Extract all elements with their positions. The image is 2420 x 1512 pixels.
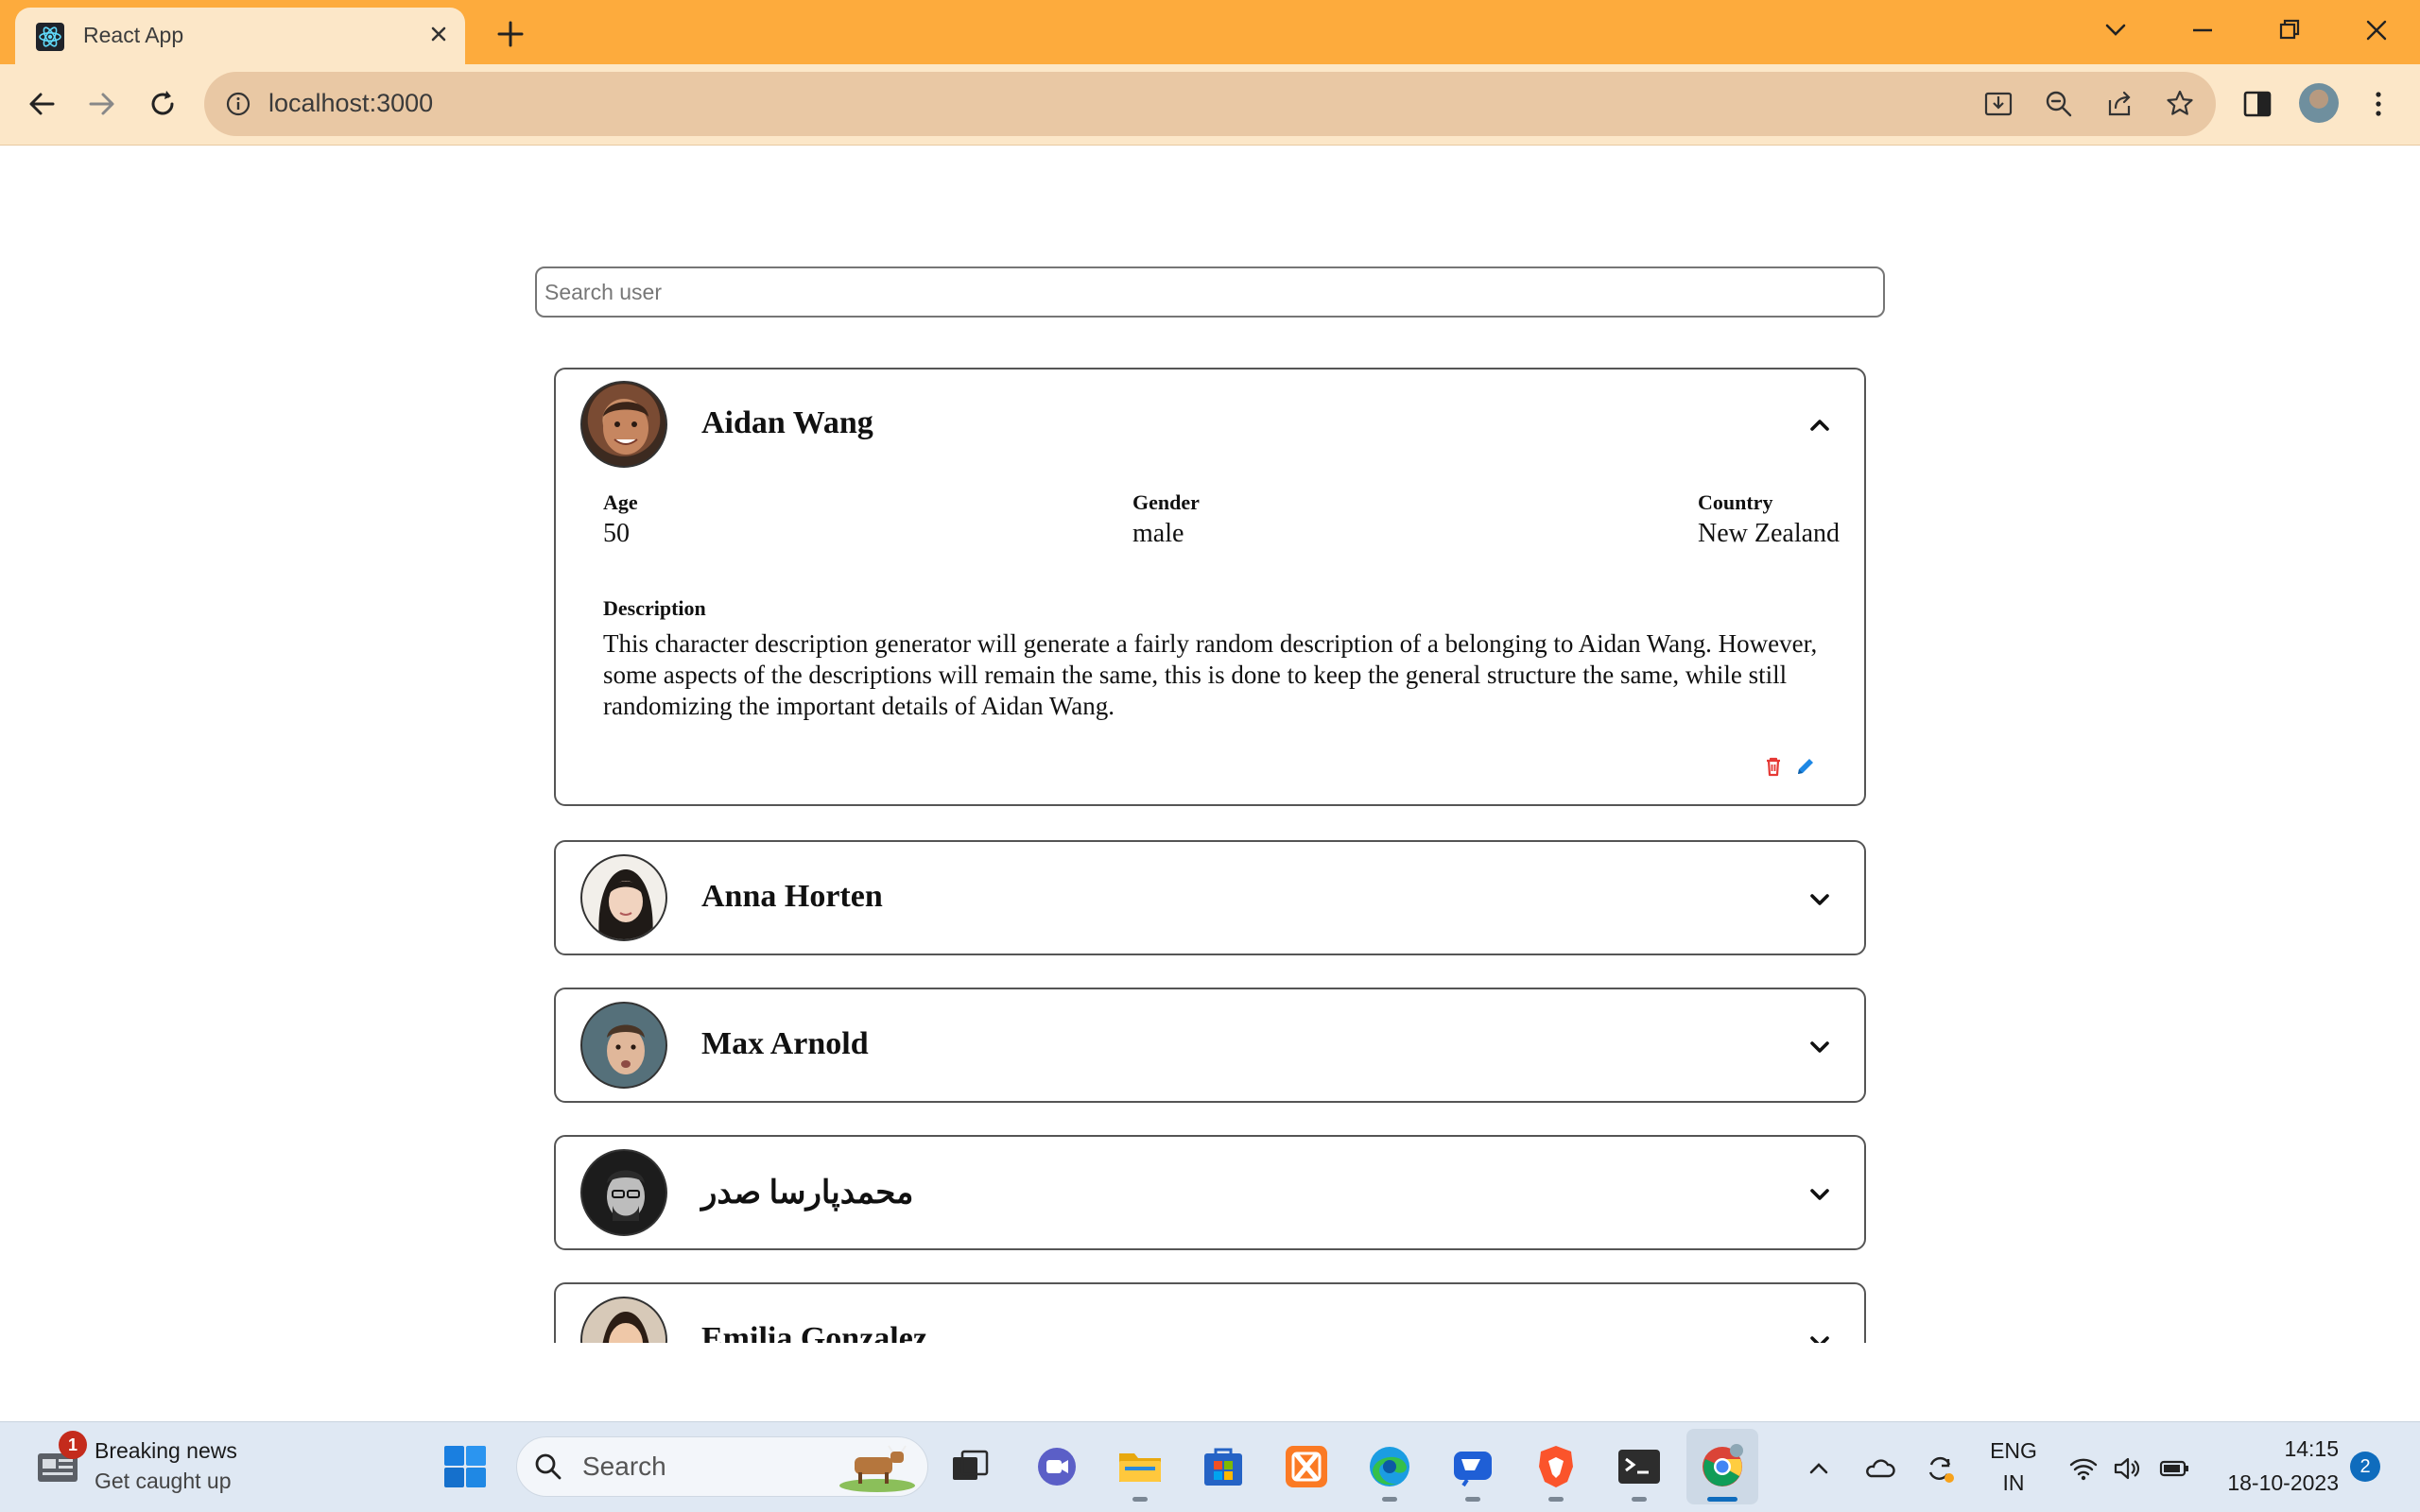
more-menu-icon[interactable] bbox=[2360, 85, 2397, 123]
notification-count-badge[interactable]: 2 bbox=[2350, 1452, 2380, 1482]
user-card[interactable]: Max Arnold bbox=[554, 988, 1866, 1103]
brave-browser-icon[interactable] bbox=[1531, 1442, 1581, 1491]
xampp-icon[interactable] bbox=[1282, 1442, 1331, 1491]
user-card[interactable]: Anna Horten bbox=[554, 840, 1866, 955]
chrome-browser-icon[interactable] bbox=[1698, 1442, 1747, 1491]
language-indicator-bottom[interactable]: IN bbox=[1985, 1470, 2042, 1496]
profile-avatar[interactable] bbox=[2299, 83, 2339, 123]
edit-pencil-icon[interactable] bbox=[1794, 755, 1817, 778]
avatar bbox=[580, 1149, 667, 1236]
chrome-active-indicator bbox=[1707, 1497, 1737, 1502]
wifi-icon[interactable] bbox=[2066, 1452, 2100, 1486]
battery-icon[interactable] bbox=[2157, 1452, 2191, 1486]
avatar bbox=[580, 854, 667, 941]
task-view-icon[interactable] bbox=[945, 1442, 994, 1491]
chevron-down-icon[interactable] bbox=[1807, 887, 1832, 912]
description-label: Description bbox=[603, 596, 706, 620]
brave-running-indicator bbox=[1548, 1497, 1564, 1502]
app-running-indicator bbox=[1465, 1497, 1480, 1502]
chevron-down-icon[interactable] bbox=[1807, 1035, 1832, 1059]
site-info-icon[interactable] bbox=[223, 89, 253, 119]
gender-label: Gender bbox=[1132, 490, 1200, 514]
share-icon[interactable] bbox=[2102, 87, 2136, 121]
browser-tab[interactable]: React App bbox=[15, 8, 465, 64]
taskbar-search-label: Search bbox=[582, 1452, 666, 1481]
clock-time[interactable]: 14:15 bbox=[2212, 1436, 2339, 1462]
close-tab-icon[interactable] bbox=[424, 19, 454, 49]
avatar bbox=[580, 1002, 667, 1089]
delete-icon[interactable] bbox=[1762, 755, 1785, 778]
zoom-out-icon[interactable] bbox=[2042, 87, 2076, 121]
sync-icon[interactable] bbox=[1923, 1452, 1957, 1486]
edge-running-indicator bbox=[1382, 1497, 1397, 1502]
user-name[interactable]: Max Arnold bbox=[701, 1026, 869, 1062]
close-window-icon[interactable] bbox=[2358, 11, 2395, 49]
country-label: Country bbox=[1698, 490, 1773, 514]
user-card[interactable]: محمدپارسا صدر bbox=[554, 1135, 1866, 1250]
user-name[interactable]: محمدپارسا صدر bbox=[701, 1174, 913, 1211]
restore-icon[interactable] bbox=[2271, 11, 2308, 49]
show-hidden-icons-chevron-icon[interactable] bbox=[1802, 1452, 1836, 1486]
file-explorer-running-indicator bbox=[1132, 1497, 1148, 1502]
bookmark-star-icon[interactable] bbox=[2163, 87, 2197, 121]
avatar bbox=[580, 1297, 667, 1343]
age-value: 50 bbox=[603, 519, 630, 548]
search-icon bbox=[535, 1453, 562, 1480]
user-card-expanded: Aidan Wang Age 50 Gender male Country Ne… bbox=[554, 368, 1866, 806]
gender-value: male bbox=[1132, 519, 1184, 548]
microsoft-store-icon[interactable] bbox=[1199, 1442, 1248, 1491]
windows-start-icon[interactable] bbox=[442, 1444, 488, 1489]
news-badge: 1 bbox=[59, 1431, 87, 1459]
back-arrow-icon[interactable] bbox=[21, 83, 62, 125]
minimize-icon[interactable] bbox=[2184, 11, 2221, 49]
language-indicator-top[interactable]: ENG bbox=[1985, 1438, 2042, 1464]
new-tab-icon[interactable] bbox=[492, 15, 529, 53]
age-label: Age bbox=[603, 490, 638, 514]
onedrive-cloud-icon[interactable] bbox=[1862, 1452, 1896, 1486]
reload-icon[interactable] bbox=[142, 83, 183, 125]
vscode-style-app-icon[interactable] bbox=[1448, 1442, 1497, 1491]
volume-icon[interactable] bbox=[2110, 1452, 2144, 1486]
file-explorer-icon[interactable] bbox=[1115, 1442, 1165, 1491]
search-highlight-cow-icon bbox=[839, 1445, 915, 1492]
user-card[interactable]: Emilia Gonzalez bbox=[554, 1282, 1866, 1343]
url-text[interactable]: localhost:3000 bbox=[268, 89, 433, 118]
news-title[interactable]: Breaking news bbox=[95, 1438, 237, 1464]
terminal-icon[interactable] bbox=[1615, 1442, 1664, 1491]
terminal-running-indicator bbox=[1632, 1497, 1647, 1502]
tab-search-chevron-icon[interactable] bbox=[2097, 11, 2135, 49]
user-name[interactable]: Aidan Wang bbox=[701, 405, 873, 441]
user-list: Aidan Wang Age 50 Gender male Country Ne… bbox=[0, 146, 2420, 1343]
tab-title: React App bbox=[83, 23, 184, 47]
user-name[interactable]: Anna Horten bbox=[701, 879, 883, 915]
install-app-icon[interactable] bbox=[1981, 87, 2015, 121]
user-name[interactable]: Emilia Gonzalez bbox=[701, 1321, 927, 1343]
avatar bbox=[580, 381, 667, 468]
description-text: This character description generator wil… bbox=[603, 629, 1818, 720]
address-bar[interactable] bbox=[204, 72, 2216, 136]
chevron-down-icon[interactable] bbox=[1807, 1330, 1832, 1343]
side-panel-icon[interactable] bbox=[2238, 85, 2276, 123]
chevron-up-icon[interactable] bbox=[1807, 413, 1832, 438]
react-icon bbox=[36, 23, 64, 51]
country-value: New Zealand bbox=[1698, 519, 1841, 548]
news-subtitle[interactable]: Get caught up bbox=[95, 1469, 232, 1494]
edge-browser-icon[interactable] bbox=[1365, 1442, 1414, 1491]
forward-arrow-icon[interactable] bbox=[81, 83, 123, 125]
chevron-down-icon[interactable] bbox=[1807, 1182, 1832, 1207]
clock-date[interactable]: 18-10-2023 bbox=[2212, 1470, 2339, 1496]
teams-chat-icon[interactable] bbox=[1032, 1442, 1081, 1491]
